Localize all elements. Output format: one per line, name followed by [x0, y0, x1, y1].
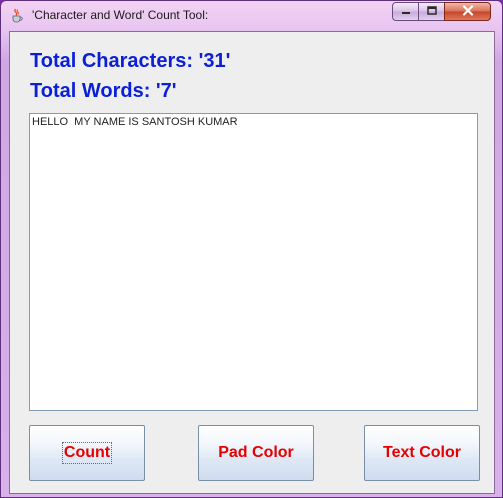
close-icon	[462, 3, 474, 21]
content-pane: Total Characters: '31' Total Words: '7' …	[9, 31, 495, 494]
minimize-icon	[401, 3, 411, 21]
count-button-label: Count	[61, 442, 113, 464]
total-characters-label: Total Characters: '31'	[30, 50, 231, 72]
maximize-button[interactable]	[418, 2, 445, 21]
count-button[interactable]: Count	[29, 425, 145, 481]
minimize-button[interactable]	[392, 2, 419, 21]
close-button[interactable]	[444, 2, 491, 21]
text-color-button[interactable]: Text Color	[364, 425, 480, 481]
maximize-icon	[426, 3, 437, 21]
title-bar[interactable]: 'Character and Word' Count Tool:	[1, 1, 502, 29]
java-cup-icon[interactable]	[9, 7, 25, 23]
text-input-area[interactable]: HELLO MY NAME IS SANTOSH KUMAR	[29, 113, 478, 411]
total-words-label: Total Words: '7'	[30, 80, 177, 102]
pad-color-button-label: Pad Color	[218, 444, 294, 461]
pad-color-button[interactable]: Pad Color	[198, 425, 314, 481]
window-title: 'Character and Word' Count Tool:	[32, 8, 209, 22]
text-color-button-label: Text Color	[383, 444, 461, 461]
app-window: 'Character and Word' Count Tool: Total C…	[0, 0, 503, 498]
